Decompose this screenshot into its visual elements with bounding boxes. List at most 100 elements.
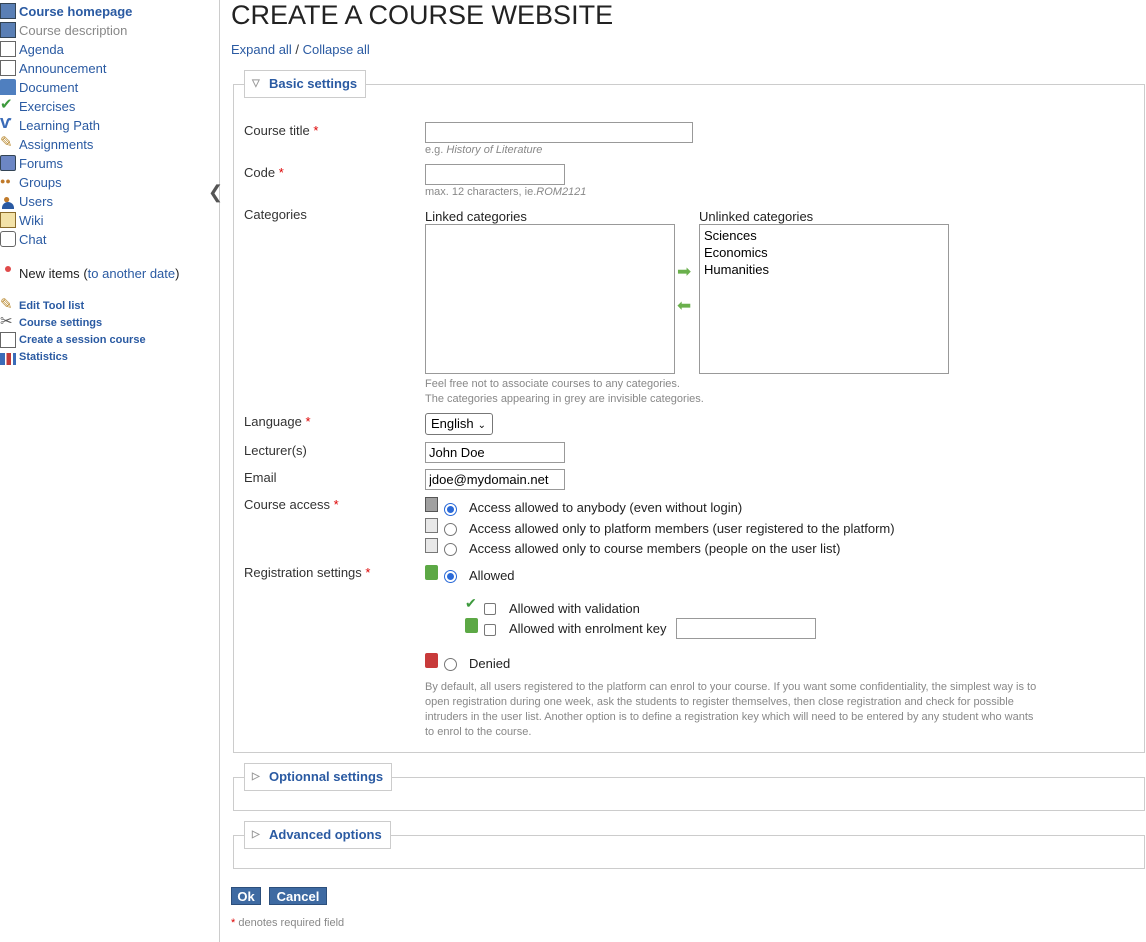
chat-icon <box>0 231 16 247</box>
sidebar-item-assignments[interactable]: Assignments <box>0 133 94 153</box>
expand-separator: / <box>295 42 299 57</box>
unlinked-categories-list[interactable]: Sciences Economics Humanities <box>699 224 949 374</box>
unlinked-categories-label: Unlinked categories <box>699 209 814 224</box>
categories-hint-2: The categories appearing in grey are inv… <box>425 393 704 405</box>
settings-tools-icon <box>0 312 16 331</box>
sidebar-item-forums[interactable]: Forums <box>0 154 63 172</box>
sidebar-item-document[interactable]: Document <box>0 78 78 96</box>
sidebar: Course homepage Course description Agend… <box>0 0 223 942</box>
expand-collapse-bar: Expand all / Collapse all <box>231 42 370 57</box>
admin-item-label: Edit Tool list <box>19 300 85 312</box>
statistics-icon <box>0 353 16 365</box>
agenda-icon <box>0 41 16 57</box>
access-platform-radio[interactable] <box>444 523 457 536</box>
categories-label: Categories <box>244 207 307 222</box>
registration-denied-radio[interactable] <box>444 658 457 671</box>
forum-icon <box>0 155 16 171</box>
session-icon <box>0 332 16 348</box>
code-hint: max. 12 characters, ie.ROM2121 <box>425 186 586 198</box>
lecturer-input[interactable] <box>425 442 565 463</box>
expand-all-link[interactable]: Expand all <box>231 42 292 57</box>
ok-button[interactable]: Ok <box>231 887 261 905</box>
move-right-arrow-icon[interactable]: ➡ <box>677 263 695 280</box>
sidebar-item-label: Agenda <box>19 41 64 57</box>
code-input[interactable] <box>425 164 565 185</box>
required-mark: * <box>231 917 236 929</box>
access-open-radio[interactable] <box>444 503 457 516</box>
category-option[interactable]: Economics <box>700 244 948 261</box>
basic-settings-legend[interactable]: ▽ Basic settings <box>244 70 367 98</box>
course-title-hint-example: History of Literature <box>446 144 543 156</box>
basic-settings-legend-label: Basic settings <box>269 76 358 91</box>
groups-icon <box>0 174 16 190</box>
pencil-icon <box>0 133 16 152</box>
sidebar-item-label: Course homepage <box>19 3 133 19</box>
email-input[interactable] <box>425 469 565 490</box>
access-course-radio[interactable] <box>444 543 457 556</box>
expanded-triangle-icon: ▽ <box>252 78 260 89</box>
access-open-label: Access allowed to anybody (even without … <box>469 500 743 515</box>
new-items-date-link[interactable]: to another date <box>88 266 175 281</box>
sidebar-item-label: Learning Path <box>19 117 100 133</box>
code-hint-prefix: max. 12 characters, ie. <box>425 186 537 198</box>
sidebar-item-wiki[interactable]: Wiki <box>0 211 44 229</box>
admin-item-label: Statistics <box>19 351 68 363</box>
basic-settings-fieldset <box>233 84 1145 753</box>
required-mark: * <box>333 497 339 512</box>
language-select[interactable]: English ⌄ <box>425 413 493 435</box>
category-option[interactable]: Humanities <box>700 261 948 278</box>
admin-item-label: Course settings <box>19 317 103 329</box>
move-left-arrow-icon[interactable]: ⬅ <box>677 297 695 314</box>
cancel-button[interactable]: Cancel <box>269 887 327 905</box>
sidebar-item-agenda[interactable]: Agenda <box>0 40 64 58</box>
course-title-label: Course title * <box>244 123 318 138</box>
code-hint-example: ROM2121 <box>536 186 587 198</box>
sidebar-item-label: Users <box>19 193 53 209</box>
sidebar-item-chat[interactable]: Chat <box>0 230 46 248</box>
required-mark: * <box>305 414 311 429</box>
sidebar-item-course-description[interactable]: Course description <box>0 21 127 39</box>
course-title-input[interactable] <box>425 122 693 143</box>
categories-hint-1: Feel free not to associate courses to an… <box>425 378 680 390</box>
lecturer-label: Lecturer(s) <box>244 443 307 458</box>
registration-allowed-radio[interactable] <box>444 570 457 583</box>
sidebar-item-groups[interactable]: Groups <box>0 173 62 191</box>
category-option[interactable]: Sciences <box>700 227 948 244</box>
sidebar-item-learning-path[interactable]: Learning Path <box>0 112 100 134</box>
user-icon <box>0 192 16 209</box>
linked-categories-list[interactable] <box>425 224 675 374</box>
required-mark: * <box>278 165 284 180</box>
main-content: CREATE A COURSE WEBSITE Expand all / Col… <box>220 0 1146 942</box>
admin-course-settings[interactable]: Course settings <box>0 312 103 332</box>
validation-label: Allowed with validation <box>509 601 640 616</box>
page-title: CREATE A COURSE WEBSITE <box>231 0 614 30</box>
sidebar-item-course-homepage[interactable]: Course homepage <box>0 2 132 20</box>
new-items-dot-icon <box>5 266 11 272</box>
linked-categories-label: Linked categories <box>425 209 527 224</box>
collapse-all-link[interactable]: Collapse all <box>303 42 370 57</box>
admin-create-session-course[interactable]: Create a session course <box>0 331 146 349</box>
optional-settings-legend[interactable]: ▷ Optionnal settings <box>244 763 393 791</box>
advanced-options-legend[interactable]: ▷ Advanced options <box>244 821 391 849</box>
enrolment-key-checkbox[interactable] <box>484 624 496 636</box>
registration-allowed-icon <box>425 565 438 580</box>
access-platform-label: Access allowed only to platform members … <box>469 521 895 536</box>
course-home-icon <box>0 3 16 19</box>
registration-description: By default, all users registered to the … <box>425 681 1037 738</box>
sidebar-item-label: Forums <box>19 155 64 171</box>
sidebar-item-announcement[interactable]: Announcement <box>0 59 106 77</box>
language-label: Language * <box>244 414 311 429</box>
email-label: Email <box>244 470 277 485</box>
admin-statistics[interactable]: Statistics <box>0 348 68 366</box>
required-field-note-text: denotes required field <box>238 917 345 929</box>
course-access-label-text: Course access <box>244 497 330 512</box>
optional-settings-legend-label: Optionnal settings <box>269 769 384 784</box>
enrolment-key-input[interactable] <box>676 618 816 639</box>
registration-denied-icon <box>425 653 438 668</box>
sidebar-item-users[interactable]: Users <box>0 192 53 210</box>
sidebar-item-label: Groups <box>19 174 62 190</box>
new-items-label: New items <box>19 266 80 281</box>
validation-checkbox[interactable] <box>484 603 496 615</box>
sidebar-item-label: Assignments <box>19 136 94 152</box>
admin-edit-tool-list[interactable]: Edit Tool list <box>0 295 85 315</box>
